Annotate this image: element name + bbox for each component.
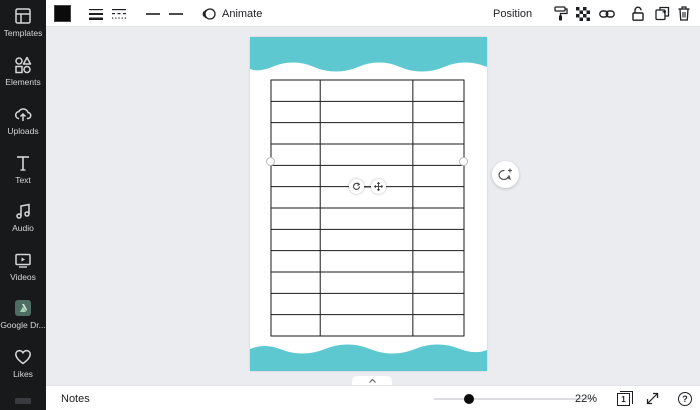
line-start-button[interactable] bbox=[146, 0, 160, 27]
rotate-icon bbox=[352, 182, 361, 190]
sidebar-item-videos[interactable]: Videos bbox=[0, 251, 46, 295]
sidebar-item-elements[interactable]: Elements bbox=[0, 56, 46, 100]
sidebar-item-label: Videos bbox=[10, 272, 36, 282]
link-icon bbox=[599, 9, 615, 18]
animate-label: Animate bbox=[222, 7, 263, 20]
border-weight-button[interactable] bbox=[89, 0, 103, 27]
sidebar-item-label: Uploads bbox=[7, 126, 39, 136]
delete-button[interactable] bbox=[678, 0, 690, 27]
expand-icon bbox=[646, 392, 659, 405]
zoom-percentage[interactable]: 22% bbox=[575, 386, 597, 410]
sidebar-item-label: Elements bbox=[5, 77, 41, 87]
rotate-button[interactable] bbox=[349, 179, 364, 194]
editor-toolbar: Animate Position bbox=[46, 0, 700, 27]
duplicate-icon bbox=[655, 6, 670, 21]
chevron-up-icon bbox=[368, 378, 376, 383]
zoom-label: 22% bbox=[575, 392, 598, 405]
lock-button[interactable] bbox=[632, 0, 644, 27]
show-pages-tab[interactable] bbox=[352, 376, 392, 385]
help-icon: ? bbox=[678, 391, 692, 406]
sidebar-item-text[interactable]: Text bbox=[0, 154, 46, 198]
position-label: Position bbox=[493, 7, 533, 20]
resize-handle-right[interactable] bbox=[459, 157, 468, 166]
music-note-icon bbox=[16, 203, 30, 219]
zoom-slider[interactable] bbox=[434, 394, 594, 404]
line-end-button[interactable] bbox=[169, 0, 183, 27]
add-comment-button[interactable] bbox=[492, 161, 519, 188]
color-picker-button[interactable] bbox=[54, 0, 71, 27]
help-button[interactable]: ? bbox=[678, 386, 692, 410]
sidebar-item-templates[interactable]: Templates bbox=[0, 7, 46, 51]
sidebar-item-likes[interactable]: Likes bbox=[0, 348, 46, 392]
line-end-icon bbox=[169, 12, 183, 15]
animate-icon bbox=[202, 7, 216, 20]
shapes-icon bbox=[15, 56, 32, 74]
line-weight-icon bbox=[89, 8, 103, 20]
dashed-lines-icon bbox=[112, 8, 126, 19]
line-start-icon bbox=[146, 12, 160, 15]
trash-icon bbox=[678, 6, 690, 21]
copy-style-button[interactable] bbox=[554, 0, 568, 27]
sidebar-item-label: Audio bbox=[12, 223, 34, 233]
pages-icon: 1 bbox=[617, 391, 633, 406]
sidebar-item-label: Likes bbox=[13, 369, 33, 379]
video-icon bbox=[15, 253, 31, 268]
page-count-button[interactable]: 1 bbox=[617, 386, 633, 410]
unlock-icon bbox=[632, 6, 644, 21]
animate-button[interactable]: Animate bbox=[202, 0, 262, 27]
design-page[interactable] bbox=[250, 37, 487, 371]
fullscreen-button[interactable] bbox=[646, 386, 659, 410]
data-table[interactable] bbox=[270, 79, 465, 337]
link-button[interactable] bbox=[599, 0, 615, 27]
templates-icon bbox=[15, 8, 31, 24]
google-drive-icon bbox=[15, 300, 31, 316]
sidebar: Templates Elements Uploads Text Audio Vi… bbox=[0, 0, 46, 410]
duplicate-button[interactable] bbox=[655, 0, 670, 27]
border-style-button[interactable] bbox=[112, 0, 126, 27]
bottom-bar: Notes 22% 1 ? bbox=[46, 385, 700, 410]
resize-handle-left[interactable] bbox=[266, 157, 275, 166]
move-arrows-icon bbox=[374, 182, 383, 191]
move-button[interactable] bbox=[371, 179, 386, 194]
paint-roller-icon bbox=[554, 6, 568, 21]
transparency-button[interactable] bbox=[576, 0, 590, 27]
color-swatch bbox=[54, 5, 71, 22]
notes-label: Notes bbox=[61, 392, 90, 405]
sidebar-item-audio[interactable]: Audio bbox=[0, 202, 46, 246]
cloud-upload-icon bbox=[15, 108, 32, 121]
comment-add-icon bbox=[498, 168, 512, 180]
sidebar-item-google-drive[interactable]: Google Dr... bbox=[0, 299, 46, 343]
page-count-number: 1 bbox=[617, 393, 630, 406]
design-canvas bbox=[46, 27, 700, 385]
sidebar-item-label: Google Dr... bbox=[0, 320, 46, 330]
heart-icon bbox=[15, 349, 31, 365]
zoom-slider-handle[interactable] bbox=[464, 394, 475, 404]
notes-button[interactable]: Notes bbox=[61, 386, 90, 410]
transparency-icon bbox=[576, 6, 590, 21]
top-wave-decoration bbox=[250, 37, 487, 72]
sidebar-item-label: Text bbox=[15, 175, 31, 185]
sidebar-item-uploads[interactable]: Uploads bbox=[0, 105, 46, 149]
sidebar-item-label: Templates bbox=[3, 28, 43, 38]
sidebar-more-handle[interactable] bbox=[15, 398, 31, 404]
text-icon bbox=[17, 156, 29, 171]
position-button[interactable]: Position bbox=[493, 0, 532, 27]
bottom-wave-decoration bbox=[250, 344, 487, 371]
